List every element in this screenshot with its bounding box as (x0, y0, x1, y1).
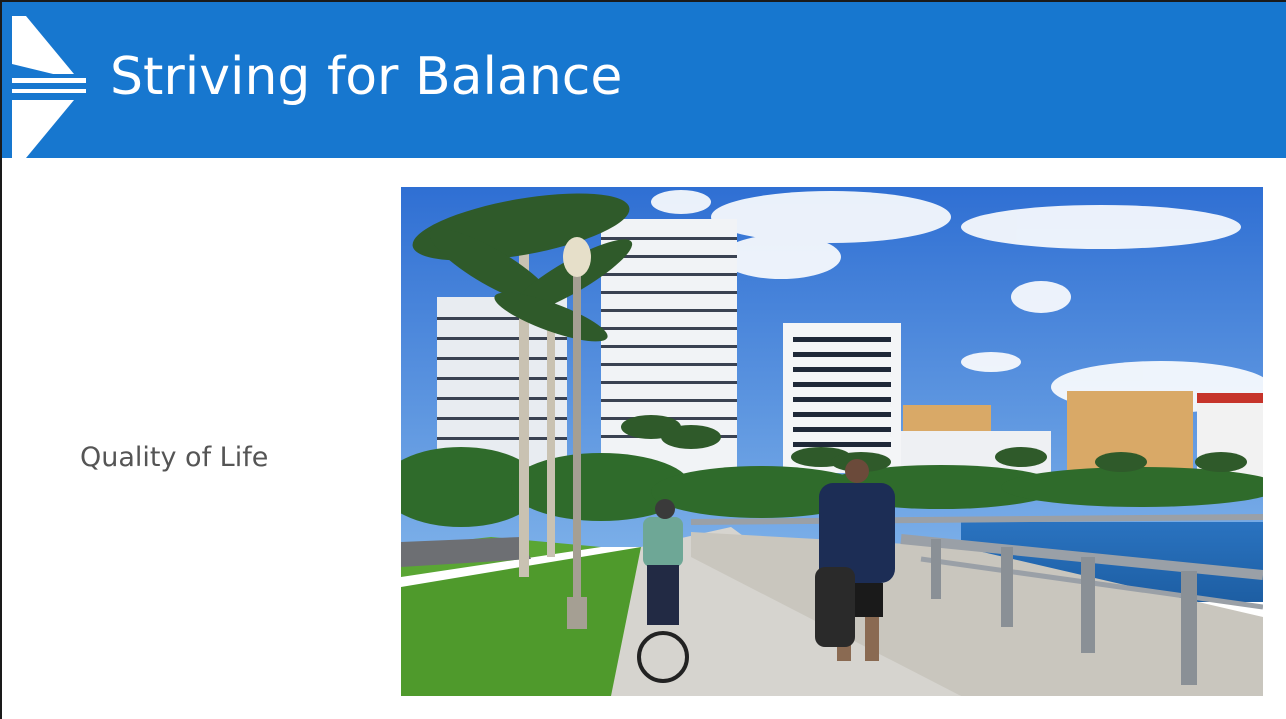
slide-title: Striving for Balance (110, 47, 623, 107)
slide: Striving for Balance Quality of Life (0, 0, 1286, 719)
waterfront-promenade-photo (401, 187, 1263, 696)
quality-of-life-label: Quality of Life (80, 442, 269, 473)
title-bar: Striving for Balance (2, 2, 1286, 158)
chevron-stripes-logo-icon (12, 16, 86, 158)
photo-illustration (401, 187, 1263, 696)
road (401, 537, 531, 567)
